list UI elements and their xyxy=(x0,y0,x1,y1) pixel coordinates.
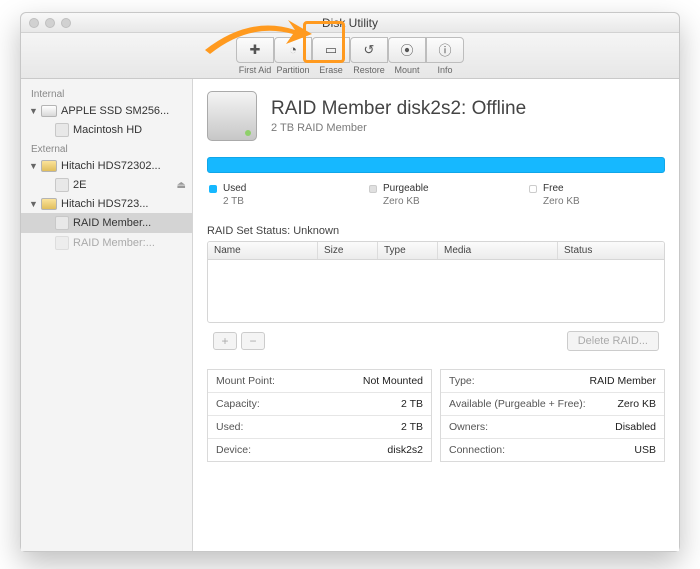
info-key: Mount Point: xyxy=(216,375,275,387)
titlebar: Disk Utility xyxy=(21,13,679,33)
toolbar: ✚ First Aid ◔ Partition ▭ Erase ↺ Restor… xyxy=(21,33,679,79)
purgeable-value: Zero KB xyxy=(383,196,489,207)
col-media[interactable]: Media xyxy=(438,242,558,259)
mount-button[interactable]: ⦿ xyxy=(388,37,426,63)
internal-drive-icon xyxy=(41,105,57,117)
sidebar-section-internal: Internal xyxy=(21,85,192,102)
sidebar: Internal ▼ APPLE SSD SM256... Macintosh … xyxy=(21,79,193,551)
volume-info-grid: Mount Point: Not Mounted Capacity: 2 TB Us… xyxy=(207,369,665,462)
used-swatch xyxy=(209,185,217,193)
disclosure-triangle-icon[interactable]: ▼ xyxy=(29,161,37,171)
sidebar-disk-internal[interactable]: ▼ APPLE SSD SM256... xyxy=(21,102,192,120)
info-value: 2 TB xyxy=(401,421,423,433)
usage-bar xyxy=(207,157,665,173)
sidebar-volume-macintosh-hd[interactable]: Macintosh HD xyxy=(21,120,192,140)
sidebar-item-label: APPLE SSD SM256... xyxy=(61,105,169,117)
info-icon: ⓘ xyxy=(438,40,451,59)
volume-icon xyxy=(55,178,69,192)
add-raid-button[interactable]: + xyxy=(213,332,237,350)
free-value: Zero KB xyxy=(543,196,649,207)
pie-icon: ◔ xyxy=(289,42,297,57)
sidebar-item-label: Hitachi HDS723... xyxy=(61,198,148,210)
free-label: Free xyxy=(543,183,564,194)
col-status[interactable]: Status xyxy=(558,242,664,259)
mount-label: Mount xyxy=(394,65,419,75)
purgeable-label: Purgeable xyxy=(383,183,429,194)
restore-label: Restore xyxy=(353,65,385,75)
disk-utility-window: Disk Utility ✚ First Aid ◔ Partition ▭ E… xyxy=(20,12,680,552)
partition-button[interactable]: ◔ xyxy=(274,37,312,63)
zoom-icon[interactable] xyxy=(61,18,71,28)
col-size[interactable]: Size xyxy=(318,242,378,259)
external-drive-icon xyxy=(41,160,57,172)
erase-button[interactable]: ▭ xyxy=(312,37,350,63)
info-key: Device: xyxy=(216,444,251,456)
first-aid-label: First Aid xyxy=(239,65,272,75)
purgeable-swatch xyxy=(369,185,377,193)
used-label: Used xyxy=(223,183,246,194)
info-value: Not Mounted xyxy=(363,375,423,387)
close-icon[interactable] xyxy=(29,18,39,28)
volume-title: RAID Member disk2s2: Offline xyxy=(271,98,526,120)
volume-subtitle: 2 TB RAID Member xyxy=(271,122,526,134)
delete-raid-button[interactable]: Delete RAID... xyxy=(567,331,659,351)
volume-icon xyxy=(55,216,69,230)
external-drive-icon xyxy=(41,198,57,210)
eject-icon[interactable]: ⏏ xyxy=(177,180,186,191)
used-value: 2 TB xyxy=(223,196,329,207)
sidebar-volume-raid-member-1[interactable]: RAID Member... xyxy=(21,213,192,233)
erase-icon: ▭ xyxy=(325,42,337,58)
mount-icon: ⦿ xyxy=(400,40,413,59)
sidebar-item-label: Macintosh HD xyxy=(73,124,142,136)
info-key: Connection: xyxy=(449,444,505,456)
disclosure-triangle-icon[interactable]: ▼ xyxy=(29,199,37,209)
info-key: Used: xyxy=(216,421,243,433)
sidebar-volume-raid-member-2[interactable]: RAID Member:... xyxy=(21,233,192,253)
raid-status-title: RAID Set Status: Unknown xyxy=(207,225,665,237)
stethoscope-icon: ✚ xyxy=(250,42,261,58)
info-value: Disabled xyxy=(615,421,656,433)
col-name[interactable]: Name xyxy=(208,242,318,259)
restore-icon: ↺ xyxy=(364,42,375,58)
info-key: Capacity: xyxy=(216,398,260,410)
first-aid-button[interactable]: ✚ xyxy=(236,37,274,63)
sidebar-item-label: Hitachi HDS72302... xyxy=(61,160,161,172)
info-button[interactable]: ⓘ xyxy=(426,37,464,63)
info-label: Info xyxy=(437,65,452,75)
info-col-right: Type: RAID Member Available (Purgeable + … xyxy=(440,369,665,462)
disclosure-triangle-icon[interactable]: ▼ xyxy=(29,106,37,116)
erase-label: Erase xyxy=(319,65,343,75)
partition-label: Partition xyxy=(276,65,309,75)
sidebar-disk-ext1[interactable]: ▼ Hitachi HDS72302... xyxy=(21,157,192,175)
minimize-icon[interactable] xyxy=(45,18,55,28)
volume-icon xyxy=(55,236,69,250)
volume-icon xyxy=(55,123,69,137)
info-value: RAID Member xyxy=(589,375,656,387)
sidebar-item-label: RAID Member:... xyxy=(73,237,155,249)
info-key: Owners: xyxy=(449,421,488,433)
col-type[interactable]: Type xyxy=(378,242,438,259)
sidebar-section-external: External xyxy=(21,140,192,157)
info-value: Zero KB xyxy=(617,398,656,410)
sidebar-item-label: RAID Member... xyxy=(73,217,151,229)
raid-set-table: Name Size Type Media Status xyxy=(207,241,665,323)
free-swatch xyxy=(529,185,537,193)
info-value: 2 TB xyxy=(401,398,423,410)
info-value: disk2s2 xyxy=(387,444,423,456)
remove-raid-button[interactable]: − xyxy=(241,332,265,350)
window-controls[interactable] xyxy=(29,18,71,28)
volume-large-icon xyxy=(207,91,257,141)
info-value: USB xyxy=(634,444,656,456)
info-col-left: Mount Point: Not Mounted Capacity: 2 TB Us… xyxy=(207,369,432,462)
main-panel: RAID Member disk2s2: Offline 2 TB RAID M… xyxy=(193,79,679,551)
usage-legend: Used 2 TB Purgeable Zero KB Free Zero KB xyxy=(207,179,665,225)
sidebar-item-label: 2E xyxy=(73,179,86,191)
sidebar-volume-2e[interactable]: 2E ⏏ xyxy=(21,175,192,195)
info-key: Type: xyxy=(449,375,475,387)
restore-button[interactable]: ↺ xyxy=(350,37,388,63)
sidebar-disk-ext2[interactable]: ▼ Hitachi HDS723... xyxy=(21,195,192,213)
window-title: Disk Utility xyxy=(322,16,378,30)
info-key: Available (Purgeable + Free): xyxy=(449,398,586,410)
